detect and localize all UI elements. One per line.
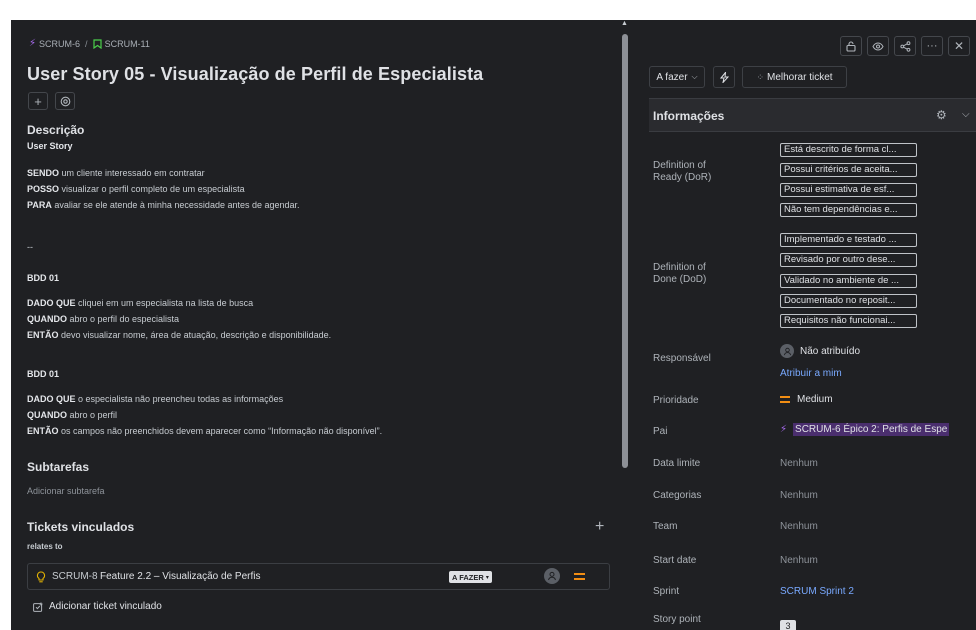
breadcrumb: ⚡ SCRUM-6 / SCRUM-11: [29, 38, 150, 49]
dod-label: Definition of Done (DoD): [653, 262, 707, 285]
dor-item[interactable]: Está descrito de forma cl...: [780, 143, 917, 157]
priority-value[interactable]: Medium: [780, 394, 833, 405]
parent-epic: SCRUM-6 Épico 2: Perfis de Espe: [793, 423, 950, 436]
status-badge[interactable]: A FAZER ▾: [449, 571, 492, 583]
story-label: User Story: [27, 141, 73, 151]
epic-icon: ⚡: [29, 38, 37, 49]
watch-icon[interactable]: [55, 92, 75, 110]
link-add-icon: [33, 602, 43, 612]
add-linked-ticket-label: Adicionar ticket vinculado: [49, 601, 162, 612]
dod-item[interactable]: Requisitos não funcionai...: [780, 314, 917, 328]
improve-ticket-button[interactable]: ⁘ Melhorar ticket: [742, 66, 847, 88]
story-line: SENDO um cliente interessado em contrata…: [27, 168, 205, 178]
dod-item[interactable]: Implementado e testado ...: [780, 233, 917, 247]
bdd-scenario-2: DADO QUE o especialista não preencheu to…: [27, 394, 383, 436]
linked-ticket-row[interactable]: SCRUM-8 Feature 2.2 – Visualização de Pe…: [27, 563, 610, 590]
scrollbar-thumb[interactable]: [622, 34, 628, 468]
breadcrumb-separator: /: [85, 38, 88, 49]
sparkle-icon: ⁘: [756, 71, 764, 82]
avatar: [780, 344, 794, 358]
epic-icon: ⚡: [780, 424, 788, 435]
add-linked-ticket-button[interactable]: Adicionar ticket vinculado: [33, 601, 162, 612]
automation-icon[interactable]: [713, 66, 735, 88]
add-icon[interactable]: +: [28, 92, 48, 110]
gear-icon[interactable]: ⚙: [936, 108, 947, 122]
parent-value[interactable]: ⚡ SCRUM-6 Épico 2: Perfis de Espe: [780, 423, 970, 436]
assignee-value[interactable]: Não atribuído: [780, 344, 860, 358]
breadcrumb-current[interactable]: SCRUM-11: [105, 39, 150, 49]
priority-medium-icon: [574, 573, 585, 580]
issue-view: ⚡ SCRUM-6 / SCRUM-11 User Story 05 - Vis…: [11, 20, 976, 630]
team-value[interactable]: Nenhum: [780, 521, 818, 532]
improve-ticket-label: Melhorar ticket: [766, 71, 833, 83]
description-story[interactable]: SENDO um cliente interessado em contrata…: [27, 165, 300, 213]
sprint-label: Sprint: [653, 586, 680, 597]
dod-item[interactable]: Revisado por outro dese...: [780, 253, 917, 267]
status-label: A FAZER: [452, 572, 484, 582]
share-icon[interactable]: [894, 36, 916, 56]
dod-item[interactable]: Documentado no reposit...: [780, 294, 917, 308]
start-date-value[interactable]: Nenhum: [780, 555, 818, 566]
info-heading: Informações: [653, 109, 725, 123]
close-icon[interactable]: ✕: [948, 36, 970, 56]
categories-value[interactable]: Nenhum: [780, 490, 818, 501]
more-icon[interactable]: ···: [921, 36, 943, 56]
add-link-icon[interactable]: +: [595, 518, 604, 536]
dor-item[interactable]: Possui critérios de aceita...: [780, 163, 917, 177]
categories-label: Categorias: [653, 490, 702, 501]
start-date-label: Start date: [653, 555, 697, 566]
story-bookmark-icon: [92, 38, 102, 49]
relation-label: relates to: [27, 542, 63, 551]
assignee-label: Responsável: [653, 353, 711, 364]
dor-item[interactable]: Não tem dependências e...: [780, 203, 917, 217]
chevron-down-icon[interactable]: ⌵: [962, 109, 970, 120]
sprint-value[interactable]: SCRUM Sprint 2: [780, 586, 854, 597]
eye-icon[interactable]: [867, 36, 889, 56]
assign-to-me-link[interactable]: Atribuir a mim: [780, 368, 842, 379]
linked-tickets-heading: Tickets vinculados: [27, 520, 135, 534]
subtasks-heading: Subtarefas: [27, 460, 90, 474]
bdd-scenario-1: DADO QUE cliquei em um especialista na l…: [27, 298, 332, 340]
status-dropdown-label: A fazer: [656, 71, 688, 83]
linked-ticket-key[interactable]: SCRUM-8: [52, 571, 98, 582]
breadcrumb-parent[interactable]: SCRUM-6: [39, 39, 80, 49]
add-subtask-link[interactable]: Adicionar subtarefa: [27, 483, 105, 499]
chevron-down-icon: ▾: [485, 574, 489, 581]
description-heading: Descrição: [27, 123, 85, 137]
dod-item[interactable]: Validado no ambiente de ...: [780, 274, 917, 288]
story-line: POSSO visualizar o perfil completo de um…: [27, 184, 245, 194]
avatar[interactable]: [544, 568, 560, 584]
dor-item[interactable]: Possui estimativa de esf...: [780, 183, 917, 197]
dor-label: Definition of Ready (DoR): [653, 160, 712, 183]
chevron-down-icon: ⌵: [691, 72, 698, 81]
linked-ticket-summary[interactable]: Feature 2.2 – Visualização de Perfis: [100, 571, 260, 582]
assignee-name: Não atribuído: [800, 345, 861, 357]
story-point-label: Story point: [653, 614, 701, 625]
lock-icon[interactable]: [840, 36, 862, 56]
priority-label: Prioridade: [653, 395, 699, 406]
due-date-label: Data limite: [653, 458, 701, 469]
divider-text: --: [27, 242, 33, 252]
info-panel-header[interactable]: Informações ⚙ ⌵: [649, 98, 976, 132]
team-label: Team: [653, 521, 678, 532]
bdd-title: BDD 01: [27, 273, 60, 283]
priority-medium-icon: [780, 396, 790, 403]
priority-name: Medium: [797, 394, 833, 405]
due-date-value[interactable]: Nenhum: [780, 458, 818, 469]
issue-title[interactable]: User Story 05 - Visualização de Perfil d…: [27, 64, 483, 85]
status-dropdown[interactable]: A fazer ⌵: [649, 66, 705, 88]
lightbulb-icon: [36, 571, 46, 583]
scroll-up-arrow[interactable]: ▲: [621, 20, 628, 27]
story-line: PARA avaliar se ele atende à minha neces…: [27, 200, 300, 210]
bdd-title: BDD 01: [27, 369, 60, 379]
story-point-value[interactable]: 3: [780, 620, 796, 630]
parent-label: Pai: [653, 426, 668, 437]
